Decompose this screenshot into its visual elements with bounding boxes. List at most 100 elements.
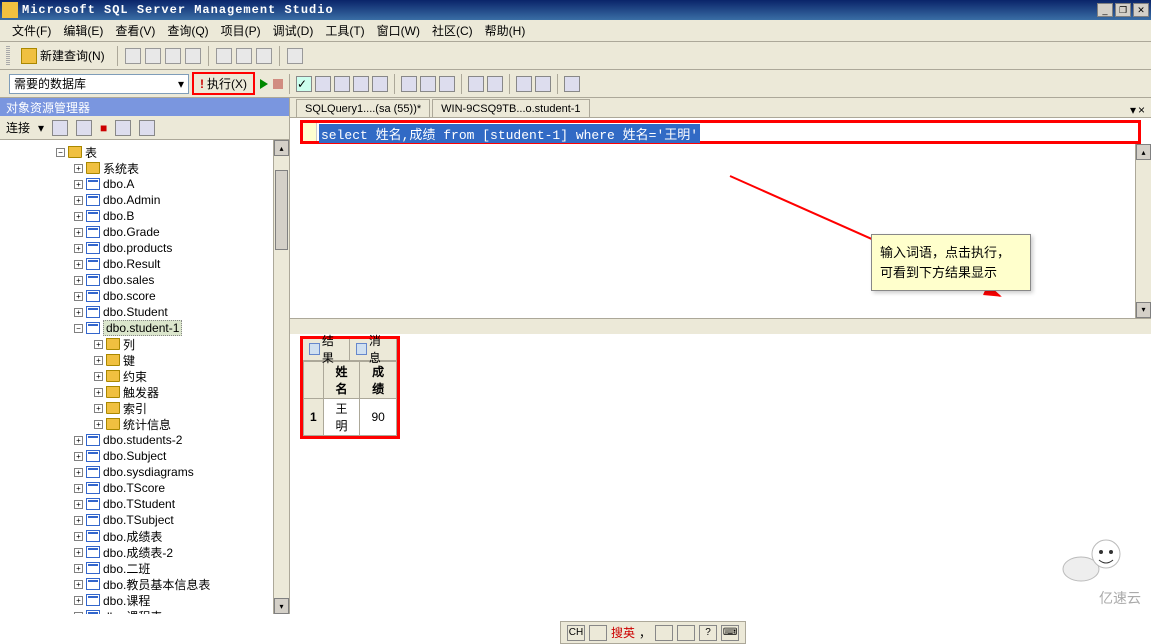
expand-icon[interactable]: + bbox=[74, 180, 83, 189]
tree-table-item[interactable]: +dbo.products bbox=[2, 240, 287, 256]
menu-community[interactable]: 社区(C) bbox=[426, 20, 479, 41]
col-header-1[interactable]: 成绩 bbox=[360, 361, 397, 398]
tree-table-item[interactable]: +dbo.TStudent bbox=[2, 496, 287, 512]
toolbar-icon[interactable] bbox=[564, 76, 580, 92]
toolbar-icon[interactable] bbox=[401, 76, 417, 92]
tree-table-item[interactable]: +dbo.TScore bbox=[2, 480, 287, 496]
ime-icon[interactable] bbox=[589, 625, 607, 641]
play-icon[interactable] bbox=[260, 79, 268, 89]
stop-icon[interactable]: ■ bbox=[100, 121, 107, 135]
toolbar-icon[interactable] bbox=[468, 76, 484, 92]
dropdown-icon[interactable]: ▾ bbox=[38, 121, 44, 135]
connect-label[interactable]: 连接 bbox=[6, 119, 30, 136]
expand-icon[interactable]: + bbox=[94, 404, 103, 413]
expand-icon[interactable]: + bbox=[74, 212, 83, 221]
outdent-icon[interactable] bbox=[535, 76, 551, 92]
expand-icon[interactable]: + bbox=[74, 484, 83, 493]
oe-icon-1[interactable] bbox=[52, 120, 68, 136]
activity-icon[interactable] bbox=[287, 48, 303, 64]
toolbar-icon[interactable] bbox=[315, 76, 331, 92]
cell-0-0[interactable]: 王明 bbox=[323, 398, 360, 435]
collapse-icon[interactable]: − bbox=[74, 324, 83, 333]
tab-close-icon[interactable]: × bbox=[1138, 103, 1145, 117]
tree-table-item[interactable]: −dbo.student-1 bbox=[2, 320, 287, 336]
toolbar-icon[interactable] bbox=[334, 76, 350, 92]
cell-0-1[interactable]: 90 bbox=[360, 398, 397, 435]
tree-table-item[interactable]: +dbo.教员基本信息表 bbox=[2, 576, 287, 592]
ime-help-icon[interactable]: ? bbox=[699, 625, 717, 641]
new-query-button[interactable]: 新建查询(N) bbox=[16, 44, 110, 67]
toolbar-icon[interactable] bbox=[439, 76, 455, 92]
expand-icon[interactable]: + bbox=[74, 596, 83, 605]
open-icon[interactable] bbox=[216, 48, 232, 64]
toolbar-icon-4[interactable] bbox=[185, 48, 201, 64]
scroll-thumb[interactable] bbox=[275, 170, 288, 250]
row-header[interactable]: 1 bbox=[304, 398, 324, 435]
expand-icon[interactable]: + bbox=[94, 356, 103, 365]
ime-keyboard-icon[interactable]: ⌨ bbox=[721, 625, 739, 641]
menu-query[interactable]: 查询(Q) bbox=[161, 20, 214, 41]
menu-tools[interactable]: 工具(T) bbox=[319, 20, 370, 41]
messages-tab[interactable]: 消息 bbox=[350, 339, 397, 360]
menu-edit[interactable]: 编辑(E) bbox=[57, 20, 109, 41]
tree-subfolder[interactable]: +键 bbox=[2, 352, 287, 368]
filter-icon[interactable] bbox=[115, 120, 131, 136]
tree-table-item[interactable]: +dbo.B bbox=[2, 208, 287, 224]
results-tab[interactable]: 结果 bbox=[303, 339, 350, 360]
ime-icon3[interactable] bbox=[677, 625, 695, 641]
results-grid[interactable]: 姓名 成绩 1 王明 90 bbox=[303, 361, 397, 436]
toolbar-icon[interactable] bbox=[372, 76, 388, 92]
menu-view[interactable]: 查看(V) bbox=[109, 20, 161, 41]
expand-icon[interactable]: + bbox=[74, 532, 83, 541]
expand-icon[interactable]: + bbox=[74, 276, 83, 285]
restore-button[interactable]: ❐ bbox=[1115, 3, 1131, 17]
tree-folder-tables[interactable]: − 表 bbox=[2, 144, 287, 160]
expand-icon[interactable]: + bbox=[74, 308, 83, 317]
object-tree[interactable]: − 表 + 系统表 +dbo.A+dbo.Admin+dbo.B+dbo.Gra… bbox=[0, 140, 289, 614]
stop-icon[interactable] bbox=[273, 79, 283, 89]
tree-subfolder[interactable]: +索引 bbox=[2, 400, 287, 416]
toolbar-icon-1[interactable] bbox=[125, 48, 141, 64]
tree-table-item[interactable]: +dbo.TSubject bbox=[2, 512, 287, 528]
scroll-down-icon[interactable]: ▾ bbox=[274, 598, 289, 614]
tree-table-item[interactable]: +dbo.课程表 bbox=[2, 608, 287, 614]
expand-icon[interactable]: + bbox=[74, 548, 83, 557]
tree-table-item[interactable]: +dbo.课程 bbox=[2, 592, 287, 608]
ime-icon2[interactable] bbox=[655, 625, 673, 641]
toolbar-icon[interactable] bbox=[420, 76, 436, 92]
editor-scrollbar[interactable]: ▴ ▾ bbox=[1135, 144, 1151, 318]
database-selector[interactable]: 需要的数据库 ▾ bbox=[9, 74, 189, 94]
tree-table-item[interactable]: +dbo.sysdiagrams bbox=[2, 464, 287, 480]
tree-table-item[interactable]: +dbo.成绩表-2 bbox=[2, 544, 287, 560]
expand-icon[interactable]: + bbox=[74, 164, 83, 173]
expand-icon[interactable]: + bbox=[74, 228, 83, 237]
tree-table-item[interactable]: +dbo.sales bbox=[2, 272, 287, 288]
expand-icon[interactable]: + bbox=[74, 500, 83, 509]
refresh-icon[interactable] bbox=[139, 120, 155, 136]
collapse-icon[interactable]: − bbox=[56, 148, 65, 157]
doc-tab-2[interactable]: WIN-9CSQ9TB...o.student-1 bbox=[432, 99, 589, 117]
expand-icon[interactable]: + bbox=[74, 244, 83, 253]
editor-space[interactable]: 输入词语，点击执行，可看到下方结果显示 ▴ ▾ bbox=[290, 144, 1151, 318]
menu-file[interactable]: 文件(F) bbox=[6, 20, 57, 41]
expand-icon[interactable]: + bbox=[74, 452, 83, 461]
tree-table-item[interactable]: +dbo.A bbox=[2, 176, 287, 192]
oe-icon-2[interactable] bbox=[76, 120, 92, 136]
tree-table-item[interactable]: +dbo.Admin bbox=[2, 192, 287, 208]
tree-scrollbar[interactable]: ▴ ▾ bbox=[273, 140, 289, 614]
scroll-down-icon[interactable]: ▾ bbox=[1136, 302, 1151, 318]
expand-icon[interactable]: + bbox=[74, 468, 83, 477]
tree-subfolder[interactable]: +统计信息 bbox=[2, 416, 287, 432]
tree-subfolder[interactable]: +约束 bbox=[2, 368, 287, 384]
scroll-up-icon[interactable]: ▴ bbox=[1136, 144, 1151, 160]
save-all-icon[interactable] bbox=[256, 48, 272, 64]
tree-table-item[interactable]: +dbo.students-2 bbox=[2, 432, 287, 448]
sql-editor[interactable]: select 姓名,成绩 from [student-1] where 姓名='… bbox=[303, 123, 1138, 141]
tree-subfolder[interactable]: +触发器 bbox=[2, 384, 287, 400]
tree-table-item[interactable]: +dbo.Result bbox=[2, 256, 287, 272]
tree-table-item[interactable]: +dbo.二班 bbox=[2, 560, 287, 576]
toolbar-icon-3[interactable] bbox=[165, 48, 181, 64]
toolbar-icon-2[interactable] bbox=[145, 48, 161, 64]
expand-icon[interactable]: + bbox=[94, 340, 103, 349]
menu-project[interactable]: 项目(P) bbox=[215, 20, 267, 41]
